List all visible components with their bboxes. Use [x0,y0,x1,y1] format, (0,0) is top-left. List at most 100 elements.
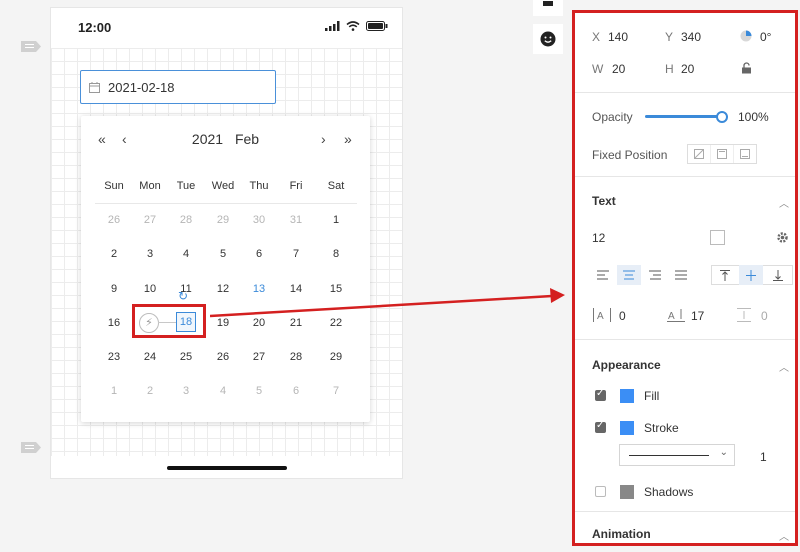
valign-bottom-button[interactable] [766,265,790,285]
date-input-value: 2021-02-18 [108,79,175,95]
align-justify-button[interactable] [669,265,693,285]
animation-collapse-chevron-icon[interactable]: ︿ [779,528,789,543]
calendar-day[interactable]: 3 [135,248,165,260]
fixed-bottom-option[interactable] [734,145,756,163]
calendar-day[interactable]: 31 [281,214,311,226]
weekday-tue: Tue [176,180,196,192]
calendar-month[interactable]: Feb [235,131,259,147]
properties-panel: X 140 Y 340 0° W 20 H 20 Opacity 100% Fi… [572,10,798,546]
status-bar-icons [325,21,388,31]
emoji-button[interactable] [533,24,563,54]
appearance-collapse-chevron-icon[interactable]: ︿ [779,359,789,374]
weekday-sat: Sat [327,180,345,192]
h-input[interactable]: 20 [681,62,694,76]
opacity-slider-thumb[interactable] [716,111,728,123]
opacity-value[interactable]: 100% [738,110,769,124]
calendar-day[interactable]: 3 [171,385,201,397]
shadow-color-swatch[interactable] [620,485,634,499]
layers-button[interactable] [533,0,563,16]
stroke-style-select[interactable]: ⌄ [619,444,735,466]
next-month-button[interactable]: › [321,131,326,147]
home-indicator [167,466,287,470]
text-color-box[interactable] [710,230,725,245]
align-center-icon [623,270,635,280]
next-year-button[interactable]: » [344,131,352,147]
calendar-day[interactable]: 1 [99,385,129,397]
calendar-day[interactable]: 30 [244,214,274,226]
calendar-day[interactable]: 27 [135,214,165,226]
align-center-button[interactable] [617,265,641,285]
stroke-checkbox[interactable] [595,420,606,433]
right-toolbar [532,0,564,552]
fill-checkbox[interactable] [595,388,606,401]
animation-section-title[interactable]: Animation [592,527,651,541]
stroke-color-swatch[interactable] [620,421,634,435]
calendar-day[interactable]: 16 [99,317,129,329]
text-collapse-chevron-icon[interactable]: ︿ [779,195,789,210]
calendar-day[interactable]: 29 [208,214,238,226]
line-height-input[interactable]: 17 [691,309,704,323]
chevron-down-icon: ⌄ [719,447,728,458]
calendar-day[interactable]: 26 [208,351,238,363]
fill-color-swatch[interactable] [620,389,634,403]
paragraph-spacing-icon [737,308,751,322]
stroke-width-input[interactable]: 1 [760,450,767,464]
x-input[interactable]: 140 [608,30,628,44]
letter-spacing-icon: A [593,308,611,322]
svg-text:A: A [668,311,675,322]
align-left-button[interactable] [591,265,615,285]
calendar-day[interactable]: 29 [321,351,351,363]
h-label: H [665,62,674,76]
calendar-day[interactable]: 2 [135,385,165,397]
opacity-label: Opacity [592,110,633,124]
calendar-day[interactable]: 28 [281,351,311,363]
letter-spacing-input[interactable]: 0 [619,309,626,323]
calendar-day[interactable]: 26 [99,214,129,226]
calendar-day[interactable]: 8 [321,248,351,260]
appearance-section-title[interactable]: Appearance [592,358,661,372]
shadows-checkbox[interactable] [595,486,606,497]
calendar-day[interactable]: 1 [321,214,351,226]
calendar-day[interactable]: 9 [99,283,129,295]
calendar-day[interactable]: 5 [244,385,274,397]
valign-middle-button[interactable] [739,265,763,285]
section-divider [575,92,795,93]
calendar-day[interactable]: 27 [244,351,274,363]
calendar-day[interactable]: 7 [281,248,311,260]
calendar-day[interactable]: 2 [99,248,129,260]
fixed-top-option[interactable] [711,145,734,163]
calendar-day[interactable]: 6 [244,248,274,260]
font-size-input[interactable]: 12 [592,231,605,245]
unlock-icon[interactable] [741,62,752,74]
calendar-day[interactable]: 4 [171,248,201,260]
section-divider [575,176,795,177]
calendar-day[interactable]: 4 [208,385,238,397]
calendar-year[interactable]: 2021 [192,131,223,147]
fixed-top-icon [717,149,727,159]
y-input[interactable]: 340 [681,30,701,44]
calendar-day[interactable]: 23 [99,351,129,363]
text-section-title[interactable]: Text [592,194,616,208]
align-right-button[interactable] [643,265,667,285]
calendar-day[interactable]: 6 [281,385,311,397]
fixed-none-option[interactable] [688,145,711,163]
date-picker-input[interactable]: 2021-02-18 [80,70,276,104]
calendar-icon [89,81,100,93]
calendar-day[interactable]: 5 [208,248,238,260]
stroke-label: Stroke [644,421,679,435]
rotate-handle-icon[interactable]: ↻ [178,289,188,303]
calendar-day[interactable]: 25 [171,351,201,363]
rotation-input[interactable]: 0° [760,30,771,44]
paragraph-spacing-input[interactable]: 0 [761,309,768,323]
calendar-day[interactable]: 24 [135,351,165,363]
w-input[interactable]: 20 [612,62,625,76]
callout-arrow [210,288,565,318]
valign-top-button[interactable] [713,265,737,285]
calendar-day[interactable]: 28 [171,214,201,226]
calendar-day[interactable]: 7 [321,385,351,397]
fill-label: Fill [644,389,660,403]
opacity-slider-track[interactable] [645,115,721,118]
calendar-day[interactable]: 10 [135,283,165,295]
text-settings-gear-icon[interactable] [776,231,789,244]
x-label: X [592,30,601,44]
